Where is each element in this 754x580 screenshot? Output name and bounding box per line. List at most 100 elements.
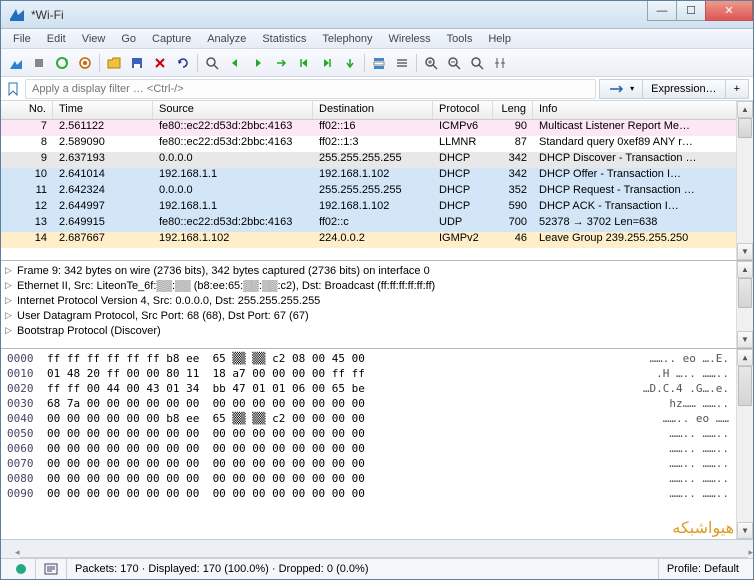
minimize-button[interactable]: — [647,1,677,21]
hex-row[interactable]: 003068 7a 00 00 00 00 00 00 00 00 00 00 … [7,396,747,411]
packet-row[interactable]: 112.6423240.0.0.0255.255.255.255DHCP352D… [1,184,753,200]
auto-scroll-live-icon[interactable] [391,52,413,74]
hex-row[interactable]: 005000 00 00 00 00 00 00 00 00 00 00 00 … [7,426,747,441]
scroll-down-icon[interactable]: ▼ [737,243,753,260]
start-capture-icon[interactable] [5,52,27,74]
packet-row[interactable]: 102.641014192.168.1.1192.168.1.102DHCP34… [1,168,753,184]
maximize-button[interactable]: ☐ [676,1,706,21]
status-packets-text: Packets: 170 · Displayed: 170 (100.0%) ·… [67,559,659,579]
go-last-icon[interactable] [316,52,338,74]
resize-columns-icon[interactable] [489,52,511,74]
expression-button[interactable]: Expression… [642,79,725,99]
detail-row[interactable]: ▷Bootstrap Protocol (Discover) [5,323,749,338]
window-title: *Wi-Fi [31,8,648,22]
restart-capture-icon[interactable] [51,52,73,74]
col-protocol-header[interactable]: Protocol [433,101,493,119]
go-to-packet-icon[interactable] [270,52,292,74]
open-file-icon[interactable] [103,52,125,74]
scroll-up-icon[interactable]: ▲ [737,349,753,366]
menu-analyze[interactable]: Analyze [201,31,252,47]
packet-row[interactable]: 142.687667192.168.1.102224.0.0.2IGMPv246… [1,232,753,248]
menu-telephony[interactable]: Telephony [316,31,378,47]
capture-options-icon[interactable] [74,52,96,74]
menu-go[interactable]: Go [115,31,142,47]
detail-row[interactable]: ▷Ethernet II, Src: LiteonTe_6f:▒▒:▒▒ (b8… [5,278,749,293]
packet-list-pane: No. Time Source Destination Protocol Len… [1,101,753,261]
bookmark-icon[interactable] [5,81,21,97]
col-time-header[interactable]: Time [53,101,153,119]
packet-list-scrollbar[interactable]: ▲ ▼ [736,101,753,260]
app-icon [9,7,25,23]
filter-apply-button[interactable]: ▾ [599,79,643,99]
scroll-up-icon[interactable]: ▲ [737,101,753,118]
go-back-icon[interactable] [224,52,246,74]
packet-row[interactable]: 82.589090fe80::ec22:d53d:2bbc:4163ff02::… [1,136,753,152]
zoom-reset-icon[interactable] [466,52,488,74]
close-file-icon[interactable] [149,52,171,74]
menubar: File Edit View Go Capture Analyze Statis… [1,29,753,49]
filter-bar: ▾ Expression… + [1,77,753,101]
zoom-in-icon[interactable] [420,52,442,74]
display-filter-input[interactable] [25,79,596,99]
hex-row[interactable]: 007000 00 00 00 00 00 00 00 00 00 00 00 … [7,456,747,471]
hex-row[interactable]: 009000 00 00 00 00 00 00 00 00 00 00 00 … [7,486,747,501]
find-packet-icon[interactable] [201,52,223,74]
filter-add-button[interactable]: + [725,79,749,99]
menu-view[interactable]: View [76,31,112,47]
auto-scroll-icon[interactable] [339,52,361,74]
stop-capture-icon[interactable] [28,52,50,74]
expand-icon[interactable]: ▷ [5,280,15,291]
hscroll-right-icon[interactable]: ▸ [748,547,753,558]
save-file-icon[interactable] [126,52,148,74]
hex-row[interactable]: 006000 00 00 00 00 00 00 00 00 00 00 00 … [7,441,747,456]
detail-row[interactable]: ▷User Datagram Protocol, Src Port: 68 (6… [5,308,749,323]
close-button[interactable]: ✕ [705,1,753,21]
packet-details-pane[interactable]: ▷Frame 9: 342 bytes on wire (2736 bits),… [1,261,753,349]
menu-statistics[interactable]: Statistics [256,31,312,47]
col-no-header[interactable]: No. [1,101,53,119]
packet-list-header: No. Time Source Destination Protocol Len… [1,101,753,120]
window-buttons: — ☐ ✕ [648,1,753,21]
colorize-icon[interactable] [368,52,390,74]
detail-row[interactable]: ▷Frame 9: 342 bytes on wire (2736 bits),… [5,263,749,278]
expand-icon[interactable]: ▷ [5,325,15,336]
packet-row[interactable]: 72.561122fe80::ec22:d53d:2bbc:4163ff02::… [1,120,753,136]
hex-row[interactable]: 001001 48 20 ff 00 00 80 11 18 a7 00 00 … [7,366,747,381]
col-destination-header[interactable]: Destination [313,101,433,119]
details-scrollbar[interactable]: ▲ ▼ [736,261,753,348]
detail-row[interactable]: ▷Internet Protocol Version 4, Src: 0.0.0… [5,293,749,308]
packet-row[interactable]: 132.649915fe80::ec22:d53d:2bbc:4163ff02:… [1,216,753,232]
status-profile-text[interactable]: Profile: Default [659,559,747,579]
expand-icon[interactable]: ▷ [5,265,15,276]
packet-row[interactable]: 122.644997192.168.1.1192.168.1.102DHCP59… [1,200,753,216]
col-source-header[interactable]: Source [153,101,313,119]
menu-edit[interactable]: Edit [41,31,72,47]
expand-icon[interactable]: ▷ [5,295,15,306]
scroll-down-icon[interactable]: ▼ [737,522,753,539]
packet-bytes-pane[interactable]: 0000ff ff ff ff ff ff b8 ee 65 ▒▒ ▒▒ c2 … [1,349,753,539]
go-forward-icon[interactable] [247,52,269,74]
hex-scrollbar[interactable]: ▲ ▼ [736,349,753,539]
zoom-out-icon[interactable] [443,52,465,74]
go-first-icon[interactable] [293,52,315,74]
hex-row[interactable]: 004000 00 00 00 00 00 b8 ee 65 ▒▒ ▒▒ c2 … [7,411,747,426]
col-length-header[interactable]: Leng [493,101,533,119]
packet-row[interactable]: 92.6371930.0.0.0255.255.255.255DHCP342DH… [1,152,753,168]
expand-icon[interactable]: ▷ [5,310,15,321]
hex-row[interactable]: 008000 00 00 00 00 00 00 00 00 00 00 00 … [7,471,747,486]
menu-tools[interactable]: Tools [441,31,479,47]
scroll-down-icon[interactable]: ▼ [737,331,753,348]
toolbar [1,49,753,77]
menu-capture[interactable]: Capture [146,31,197,47]
expert-info-icon[interactable] [7,559,36,579]
hex-row[interactable]: 0020ff ff 00 44 00 43 01 34 bb 47 01 01 … [7,381,747,396]
capture-file-properties-icon[interactable] [36,559,67,579]
menu-file[interactable]: File [7,31,37,47]
scroll-up-icon[interactable]: ▲ [737,261,753,278]
menu-help[interactable]: Help [482,31,517,47]
reload-icon[interactable] [172,52,194,74]
menu-wireless[interactable]: Wireless [383,31,437,47]
packet-list-body[interactable]: 72.561122fe80::ec22:d53d:2bbc:4163ff02::… [1,120,753,261]
col-info-header[interactable]: Info [533,101,753,119]
hex-row[interactable]: 0000ff ff ff ff ff ff b8 ee 65 ▒▒ ▒▒ c2 … [7,351,747,366]
